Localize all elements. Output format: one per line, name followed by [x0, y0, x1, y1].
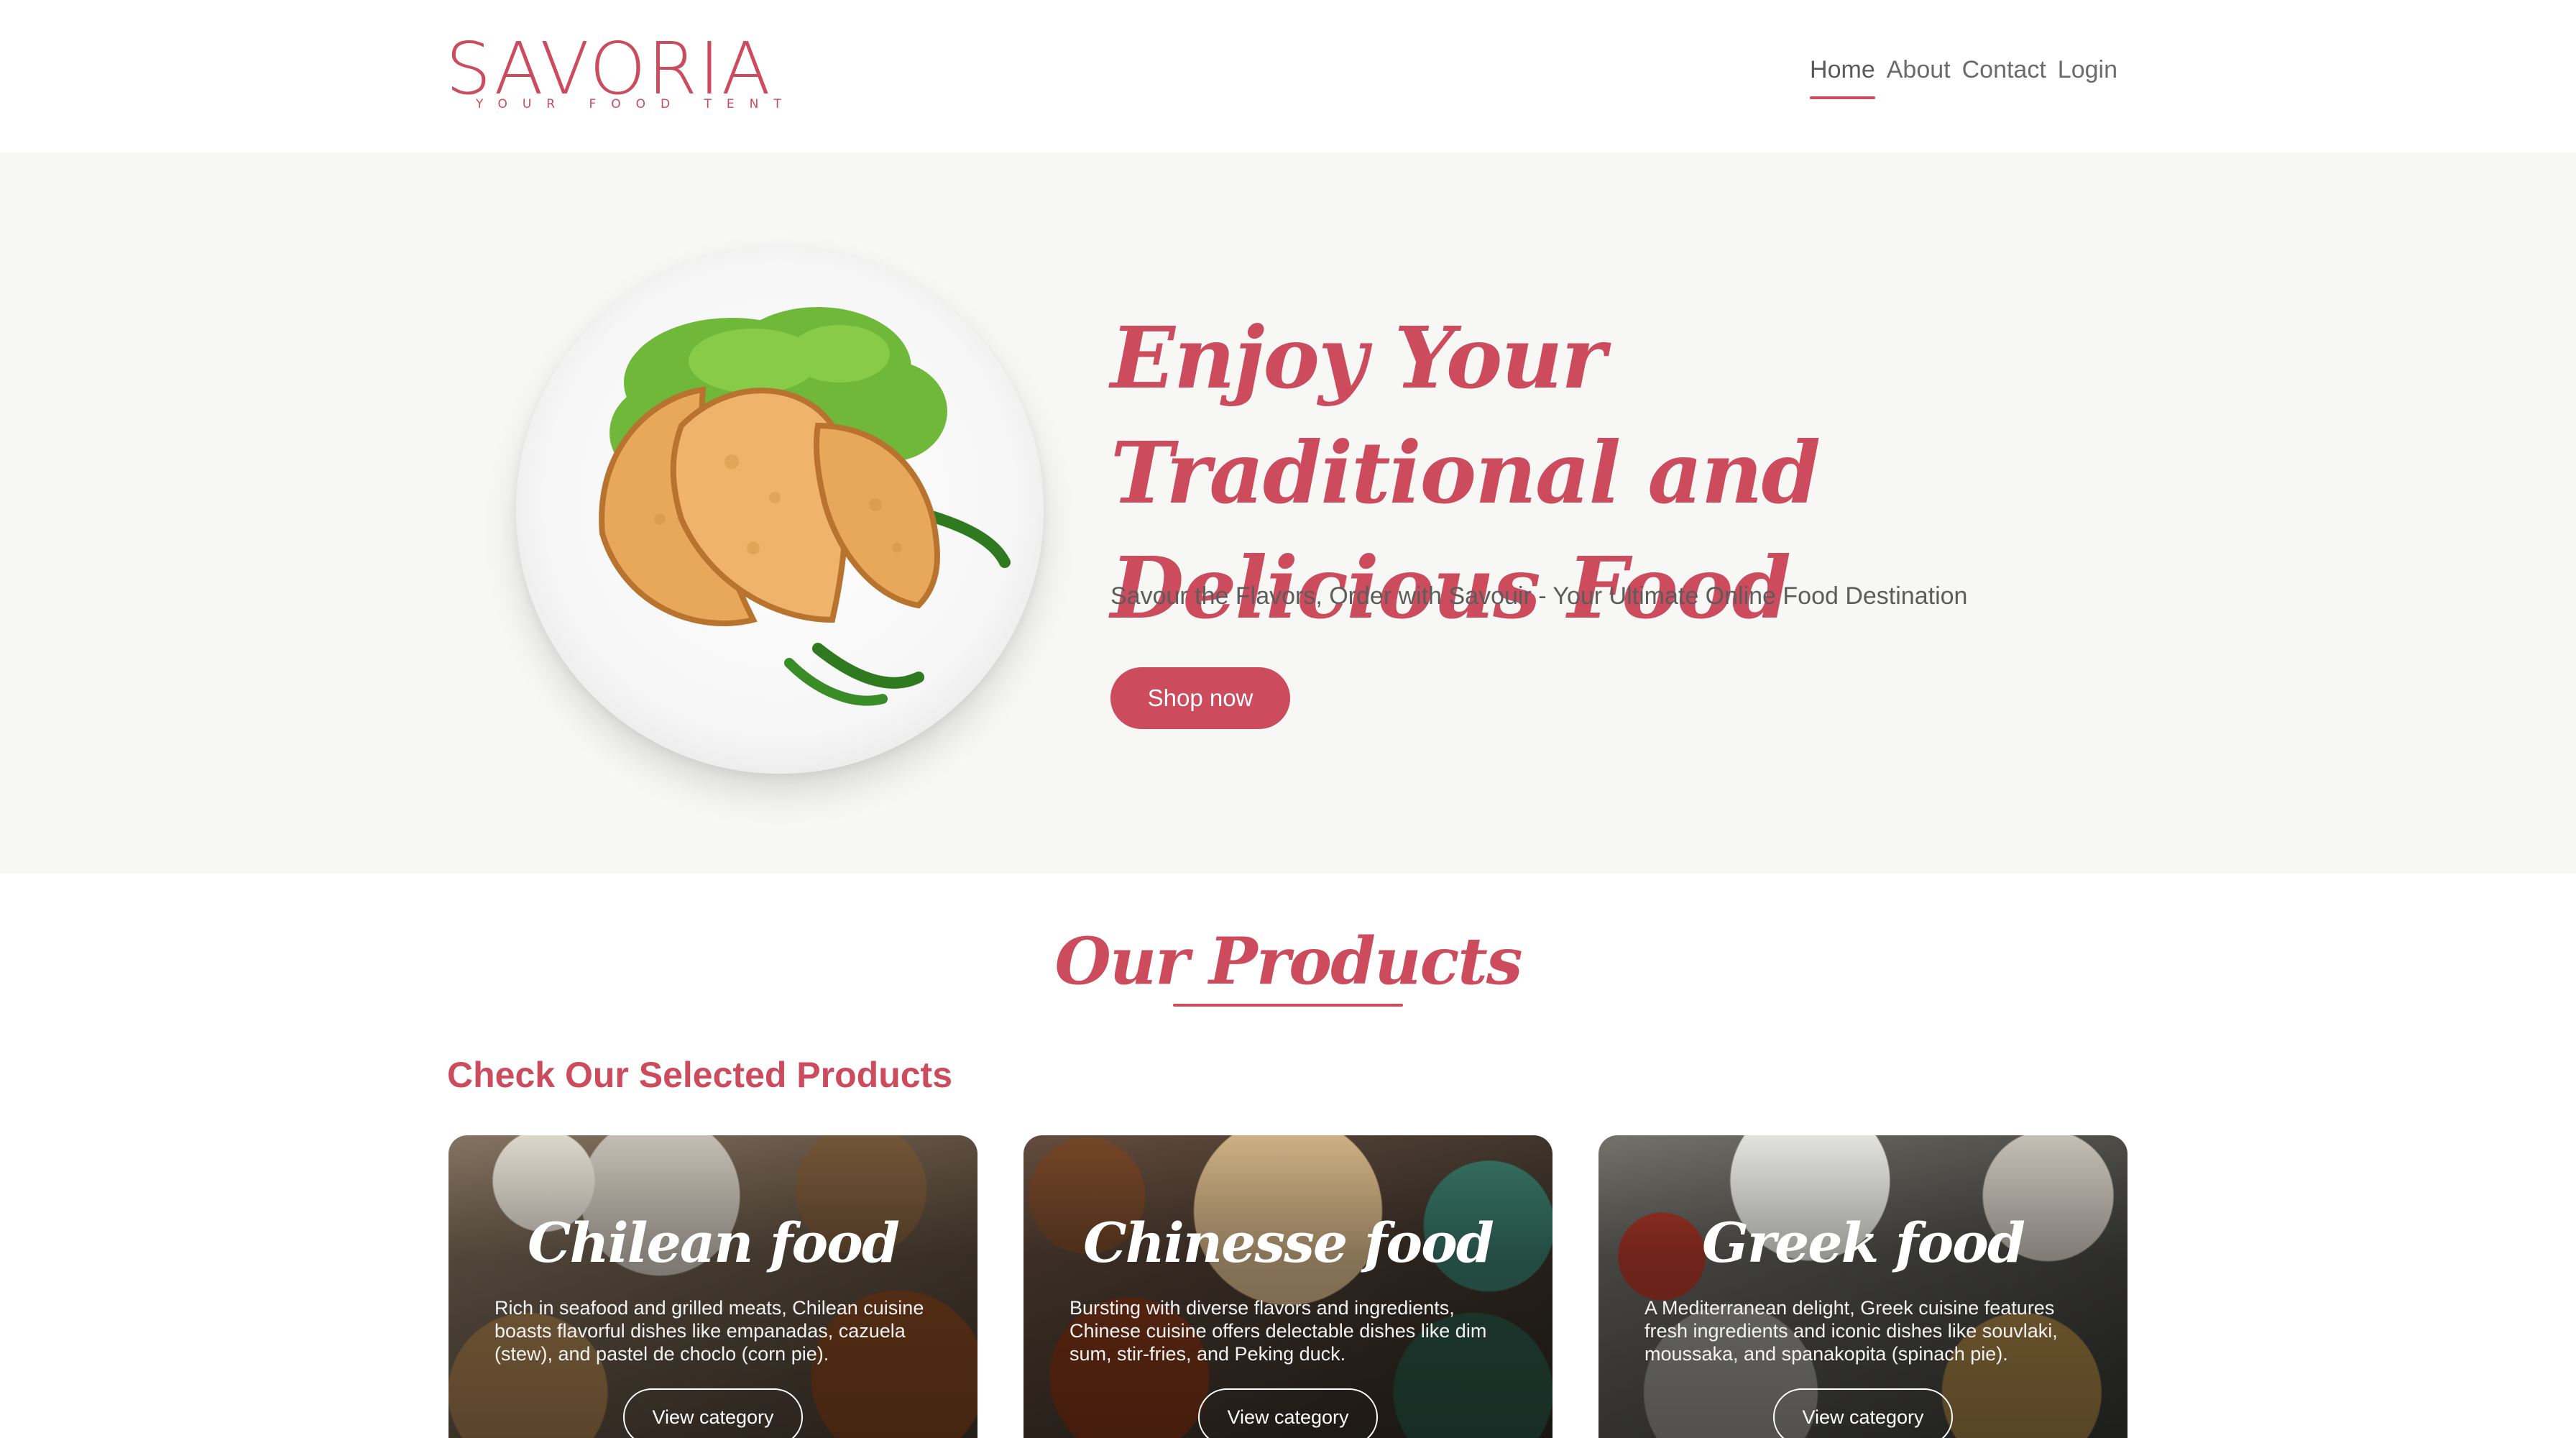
card-title: Chinesse food [1083, 1211, 1494, 1275]
view-category-button[interactable]: View category [1198, 1388, 1378, 1438]
products-title: Our Products [1054, 923, 1522, 999]
products-title-underline [1173, 1004, 1403, 1007]
card-description: Bursting with diverse flavors and ingred… [1070, 1297, 1487, 1365]
shop-now-button[interactable]: Shop now [1110, 667, 1290, 729]
nav-item-contact[interactable]: Contact [1956, 56, 2052, 99]
nav-item-login[interactable]: Login [2052, 56, 2123, 99]
view-category-button[interactable]: View category [1773, 1388, 1953, 1438]
product-card-chinese[interactable]: Chinesse food Bursting with diverse flav… [1024, 1135, 1552, 1438]
card-description: A Mediterranean delight, Greek cuisine f… [1644, 1297, 2058, 1365]
empanada-plate-image [516, 246, 1044, 774]
card-description: Rich in seafood and grilled meats, Chile… [494, 1297, 924, 1365]
site-header: SAVORIA YOUR FOOD TENT Home About Contac… [0, 0, 2576, 152]
brand-logo[interactable]: SAVORIA YOUR FOOD TENT [446, 33, 781, 116]
nav-item-about[interactable]: About [1881, 56, 1956, 99]
products-subtitle: Check Our Selected Products [447, 1055, 953, 1095]
brand-name: SAVORIA [446, 27, 773, 111]
empanada-illustration [599, 307, 1011, 706]
main-nav: Home About Contact Login [1804, 56, 2123, 99]
view-category-button[interactable]: View category [623, 1388, 803, 1438]
product-card-greek[interactable]: Greek food A Mediterranean delight, Gree… [1598, 1135, 2128, 1438]
product-card-chilean[interactable]: Chilean food Rich in seafood and grilled… [448, 1135, 978, 1438]
nav-item-home[interactable]: Home [1804, 56, 1881, 99]
hero-subtitle: Savour the Flavors, Order with Savouir -… [1110, 582, 1968, 610]
hero-section: Enjoy Your Traditional and Delicious Foo… [0, 152, 2576, 874]
card-title: Greek food [1702, 1211, 2025, 1275]
brand-tagline: YOUR FOOD TENT [476, 97, 796, 111]
card-title: Chilean food [527, 1211, 900, 1275]
